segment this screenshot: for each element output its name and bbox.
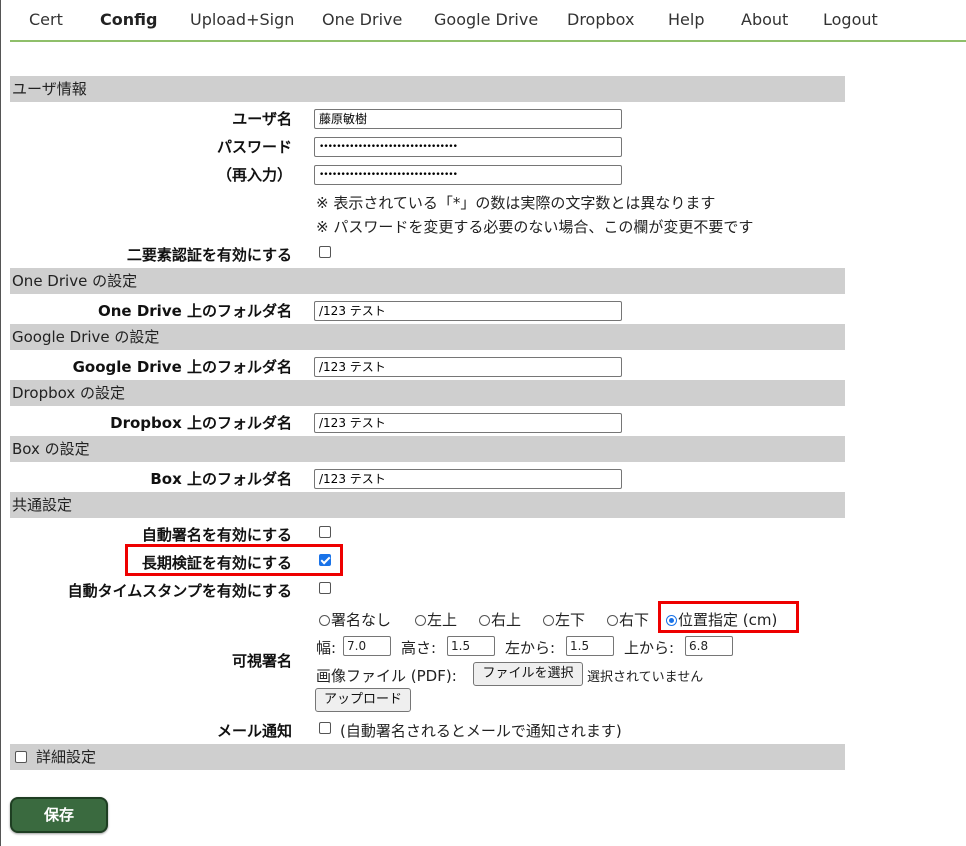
nav-upload-sign[interactable]: Upload+Sign bbox=[190, 10, 294, 29]
nav-config[interactable]: Config bbox=[100, 10, 157, 29]
section-dropbox: Dropbox の設定 bbox=[10, 380, 845, 406]
two-factor-checkbox[interactable] bbox=[319, 246, 331, 258]
password-label: パスワード bbox=[216, 138, 292, 156]
radio-circle-icon bbox=[479, 615, 490, 626]
ltv-checkbox[interactable] bbox=[319, 554, 331, 566]
password-confirm-input[interactable]: •••••••••••••••••••••••••••••••• bbox=[314, 165, 622, 185]
radio-top-right[interactable]: 右上 bbox=[479, 609, 521, 630]
advanced-checkbox[interactable] bbox=[15, 751, 27, 763]
dropbox-folder-label: Dropbox 上のフォルダ名 bbox=[110, 414, 292, 432]
box-folder-label: Box 上のフォルダ名 bbox=[150, 470, 292, 488]
mail-notify-label: メール通知 bbox=[216, 722, 292, 740]
nav-one-drive[interactable]: One Drive bbox=[322, 10, 402, 29]
radio-top-left[interactable]: 左上 bbox=[415, 609, 457, 630]
googledrive-folder-label: Google Drive 上のフォルダ名 bbox=[72, 358, 292, 376]
username-label: ユーザ名 bbox=[232, 110, 292, 128]
ltv-label: 長期検証を有効にする bbox=[141, 554, 292, 572]
onedrive-folder-input[interactable]: /123 テスト bbox=[314, 301, 622, 321]
auto-timestamp-checkbox[interactable] bbox=[319, 582, 331, 594]
from-left-input[interactable]: 1.5 bbox=[566, 636, 614, 656]
section-box: Box の設定 bbox=[10, 436, 845, 462]
radio-selected-icon bbox=[666, 615, 677, 626]
section-user-info: ユーザ情報 bbox=[10, 76, 845, 102]
window-left-border bbox=[0, 0, 1, 846]
dropbox-folder-input[interactable]: /123 テスト bbox=[314, 413, 622, 433]
password-input[interactable]: •••••••••••••••••••••••••••••••• bbox=[314, 137, 622, 157]
googledrive-folder-input[interactable]: /123 テスト bbox=[314, 357, 622, 377]
nav-logout[interactable]: Logout bbox=[823, 10, 878, 29]
width-label: 幅: bbox=[316, 639, 337, 657]
mail-notify-checkbox[interactable] bbox=[319, 722, 331, 734]
username-input[interactable]: 藤原敏樹 bbox=[314, 109, 622, 129]
choose-file-button[interactable]: ファイルを選択 bbox=[473, 662, 583, 686]
height-label: 高さ: bbox=[401, 639, 437, 657]
box-folder-input[interactable]: /123 テスト bbox=[314, 469, 622, 489]
radio-circle-icon bbox=[415, 615, 426, 626]
radio-no-signature[interactable]: 署名なし bbox=[319, 609, 391, 630]
upload-button[interactable]: アップロード bbox=[315, 688, 411, 712]
onedrive-folder-label: One Drive 上のフォルダ名 bbox=[98, 302, 292, 320]
top-nav: Cert Config Upload+Sign One Drive Google… bbox=[0, 0, 966, 40]
nav-dropbox[interactable]: Dropbox bbox=[567, 10, 634, 29]
password-confirm-label: （再入力） bbox=[216, 166, 292, 184]
image-file-label: 画像ファイル (PDF): bbox=[316, 667, 457, 685]
section-advanced: 詳細設定 bbox=[10, 744, 845, 770]
file-status: 選択されていません bbox=[587, 670, 704, 685]
advanced-label: 詳細設定 bbox=[36, 748, 97, 766]
mail-notify-note: (自動署名されるとメールで通知されます) bbox=[340, 722, 622, 740]
nav-about[interactable]: About bbox=[741, 10, 788, 29]
save-button[interactable]: 保存 bbox=[10, 797, 108, 833]
nav-underline bbox=[10, 40, 966, 42]
auto-timestamp-label: 自動タイムスタンプを有効にする bbox=[67, 582, 292, 600]
height-input[interactable]: 1.5 bbox=[447, 636, 495, 656]
nav-help[interactable]: Help bbox=[668, 10, 704, 29]
nav-cert[interactable]: Cert bbox=[29, 10, 63, 29]
radio-bottom-left[interactable]: 左下 bbox=[543, 609, 585, 630]
radio-bottom-right[interactable]: 右下 bbox=[607, 609, 649, 630]
radio-circle-icon bbox=[607, 615, 618, 626]
radio-circle-icon bbox=[319, 615, 330, 626]
from-left-label: 左から: bbox=[505, 639, 556, 657]
auto-sign-checkbox[interactable] bbox=[319, 526, 331, 538]
width-input[interactable]: 7.0 bbox=[343, 636, 391, 656]
radio-custom-position[interactable]: 位置指定 (cm) bbox=[666, 609, 777, 630]
section-common: 共通設定 bbox=[10, 492, 845, 518]
visible-signature-label: 可視署名 bbox=[231, 652, 292, 670]
radio-circle-icon bbox=[543, 615, 554, 626]
nav-google-drive[interactable]: Google Drive bbox=[434, 10, 538, 29]
from-top-label: 上から: bbox=[624, 639, 675, 657]
password-note-2: ※ パスワードを変更する必要のない場合、この欄が変更不要です bbox=[316, 218, 754, 236]
password-note-1: ※ 表示されている「*」の数は実際の文字数とは異なります bbox=[316, 194, 716, 212]
section-onedrive: One Drive の設定 bbox=[10, 268, 845, 294]
from-top-input[interactable]: 6.8 bbox=[685, 636, 733, 656]
two-factor-label: 二要素認証を有効にする bbox=[126, 246, 292, 264]
auto-sign-label: 自動署名を有効にする bbox=[141, 526, 292, 544]
section-googledrive: Google Drive の設定 bbox=[10, 324, 845, 350]
